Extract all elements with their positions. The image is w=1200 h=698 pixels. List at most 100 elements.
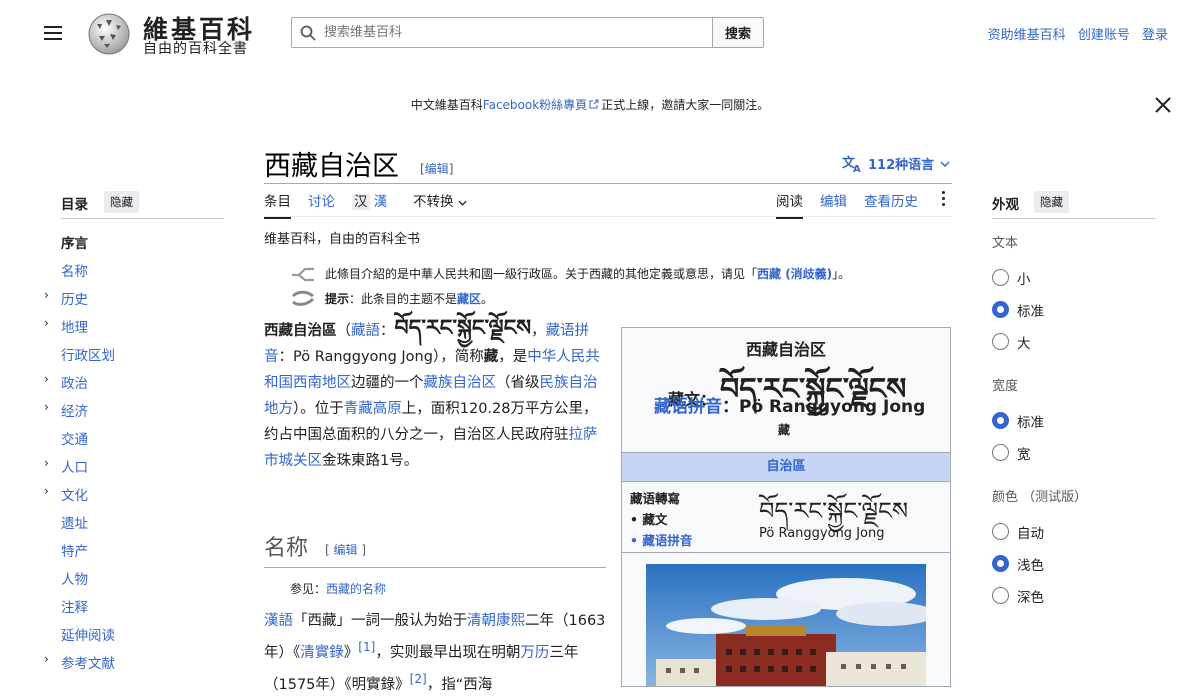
toc-divider xyxy=(61,218,224,219)
section-edit-link[interactable]: 编辑 xyxy=(334,543,358,557)
variant-simplified[interactable]: 汉 xyxy=(352,194,370,210)
radio-color-light[interactable] xyxy=(992,555,1009,572)
infobox-transliteration: 藏语轉寫 • 藏文 • 藏语拼音 xyxy=(630,488,692,551)
chevron-right-icon[interactable]: › xyxy=(44,372,49,386)
variant-dropdown-label: 不转换 xyxy=(413,194,454,210)
variant-toggle[interactable]: 汉 漢 xyxy=(352,190,387,217)
plateau-link[interactable]: 青藏高原 xyxy=(344,401,402,417)
radio-text-small-label[interactable]: 小 xyxy=(1017,268,1031,288)
search-box[interactable] xyxy=(291,17,713,48)
hatnote1-end: 」。 xyxy=(832,267,851,281)
chevron-right-icon[interactable]: › xyxy=(44,456,49,470)
toc-item-specialties[interactable]: 特产 xyxy=(61,540,88,560)
toc-item-name[interactable]: 名称 xyxy=(61,260,88,280)
hatnote-disambiguation: 此條目介紹的是中華人民共和國一級行政區。关于西藏的其他定義或意思，请见「西藏 (… xyxy=(325,265,850,282)
title-edit-link[interactable]: 编辑 xyxy=(425,162,449,176)
create-account-link[interactable]: 创建账号 xyxy=(1078,28,1130,43)
radio-text-standard-label[interactable]: 标准 xyxy=(1017,300,1044,320)
chinese-link[interactable]: 漢語 xyxy=(264,613,293,629)
toc-item-culture[interactable]: 文化 xyxy=(61,484,88,504)
chevron-right-icon[interactable]: › xyxy=(44,288,49,302)
radio-color-dark[interactable] xyxy=(992,587,1009,604)
toc-hide-button[interactable]: 隐藏 xyxy=(104,191,139,213)
toc-item-notes[interactable]: 注释 xyxy=(61,596,88,616)
radio-text-large[interactable] xyxy=(992,333,1009,350)
ref-1[interactable]: [1] xyxy=(358,640,375,654)
ref-2[interactable]: [2] xyxy=(410,672,427,686)
wikipedia-globe-icon[interactable] xyxy=(84,10,134,56)
toc-item-divisions[interactable]: 行政区划 xyxy=(61,344,115,364)
tab-talk[interactable]: 讨论 xyxy=(308,190,335,217)
wanli-link[interactable]: 万历 xyxy=(520,645,549,661)
radio-text-small[interactable] xyxy=(992,269,1009,286)
qing-records-link[interactable]: 清實錄 xyxy=(300,645,344,661)
tabs-divider xyxy=(264,216,952,217)
tab-article[interactable]: 条目 xyxy=(264,190,291,219)
radio-text-large-label[interactable]: 大 xyxy=(1017,332,1031,352)
radio-width-wide-label[interactable]: 宽 xyxy=(1017,443,1031,463)
tibetan-area-link[interactable]: 藏区 xyxy=(457,292,481,306)
chevron-down-icon xyxy=(458,200,467,206)
lead-subject: 西藏自治區 xyxy=(264,323,337,339)
tibetan-autonomous-link[interactable]: 藏族自治区 xyxy=(424,375,497,391)
infobox-band: 自治區 xyxy=(622,452,950,482)
chevron-right-icon[interactable]: › xyxy=(44,484,49,498)
external-link-icon xyxy=(589,99,599,109)
appearance-hide-button[interactable]: 隐藏 xyxy=(1034,191,1069,213)
chevron-right-icon[interactable]: › xyxy=(44,316,49,330)
kangxi-link[interactable]: 清朝康熙 xyxy=(467,613,525,629)
chevron-right-icon[interactable]: › xyxy=(44,400,49,414)
chevron-right-icon[interactable]: › xyxy=(44,652,49,666)
close-icon[interactable] xyxy=(1154,96,1172,114)
search-input[interactable] xyxy=(322,24,712,41)
radio-width-standard[interactable] xyxy=(992,412,1009,429)
tibetan-language-link[interactable]: 藏語 xyxy=(351,323,380,339)
language-button[interactable]: 文A 112种语言 xyxy=(842,154,950,173)
login-link[interactable]: 登录 xyxy=(1142,28,1168,43)
title-edit: [编辑] xyxy=(420,162,454,176)
radio-text-standard[interactable] xyxy=(992,301,1009,318)
toc-item-references[interactable]: 参考文献 xyxy=(61,652,115,672)
southwest-link[interactable]: 西南地区 xyxy=(293,375,351,391)
language-count: 112种语言 xyxy=(868,158,935,173)
radio-width-standard-label[interactable]: 标准 xyxy=(1017,411,1044,431)
tab-read[interactable]: 阅读 xyxy=(776,190,803,219)
width-label: 宽度 xyxy=(992,379,1019,394)
infobox-pinyin-label[interactable]: 藏语拼音 xyxy=(654,397,722,417)
toc-item-transport[interactable]: 交通 xyxy=(61,428,88,448)
infobox-row-pinyin[interactable]: • 藏语拼音 xyxy=(630,530,692,551)
radio-color-auto[interactable] xyxy=(992,523,1009,540)
radio-color-light-label[interactable]: 浅色 xyxy=(1017,554,1044,574)
potala-palace-photo[interactable] xyxy=(646,564,926,687)
infobox-pinyin-value: Pö Ranggyong Jong xyxy=(739,397,926,417)
toc-item-economy[interactable]: 经济 xyxy=(61,400,88,420)
toc-heading: 目录 xyxy=(61,197,88,213)
radio-width-wide[interactable] xyxy=(992,444,1009,461)
radio-color-dark-label[interactable]: 深色 xyxy=(1017,586,1044,606)
more-vertical-icon[interactable] xyxy=(938,191,948,209)
toc-item-politics[interactable]: 政治 xyxy=(61,372,88,392)
section-divider xyxy=(264,567,606,568)
hatnote2-bold: 提示 xyxy=(325,292,350,306)
radio-color-auto-label[interactable]: 自动 xyxy=(1017,522,1044,542)
autonomous-region-band-link[interactable]: 自治區 xyxy=(766,459,805,474)
tab-history[interactable]: 查看历史 xyxy=(864,190,918,217)
toc-item-sites[interactable]: 遗址 xyxy=(61,512,88,532)
donate-link[interactable]: 资助维基百科 xyxy=(988,28,1066,43)
toc-item-intro[interactable]: 序言 xyxy=(61,232,88,252)
variant-traditional[interactable]: 漢 xyxy=(374,194,388,210)
toc-item-history[interactable]: 历史 xyxy=(61,288,88,308)
toc-item-population[interactable]: 人口 xyxy=(61,456,88,476)
toc-item-people[interactable]: 人物 xyxy=(61,568,88,588)
facebook-link[interactable]: Facebook粉絲專頁 xyxy=(483,98,587,112)
disambiguation-link[interactable]: 西藏 (消歧義) xyxy=(757,267,832,281)
variant-dropdown[interactable]: 不转换 xyxy=(413,190,467,217)
infobox-divider xyxy=(622,552,950,553)
toc-item-geography[interactable]: 地理 xyxy=(61,316,88,336)
chengguan-link[interactable]: 拉萨市城关区 xyxy=(264,427,598,469)
menu-icon[interactable] xyxy=(44,26,62,40)
tab-edit[interactable]: 编辑 xyxy=(820,190,847,217)
toc-item-further-reading[interactable]: 延伸阅读 xyxy=(61,624,115,644)
see-also-link[interactable]: 西藏的名称 xyxy=(326,582,386,596)
search-button[interactable]: 搜索 xyxy=(712,17,764,48)
